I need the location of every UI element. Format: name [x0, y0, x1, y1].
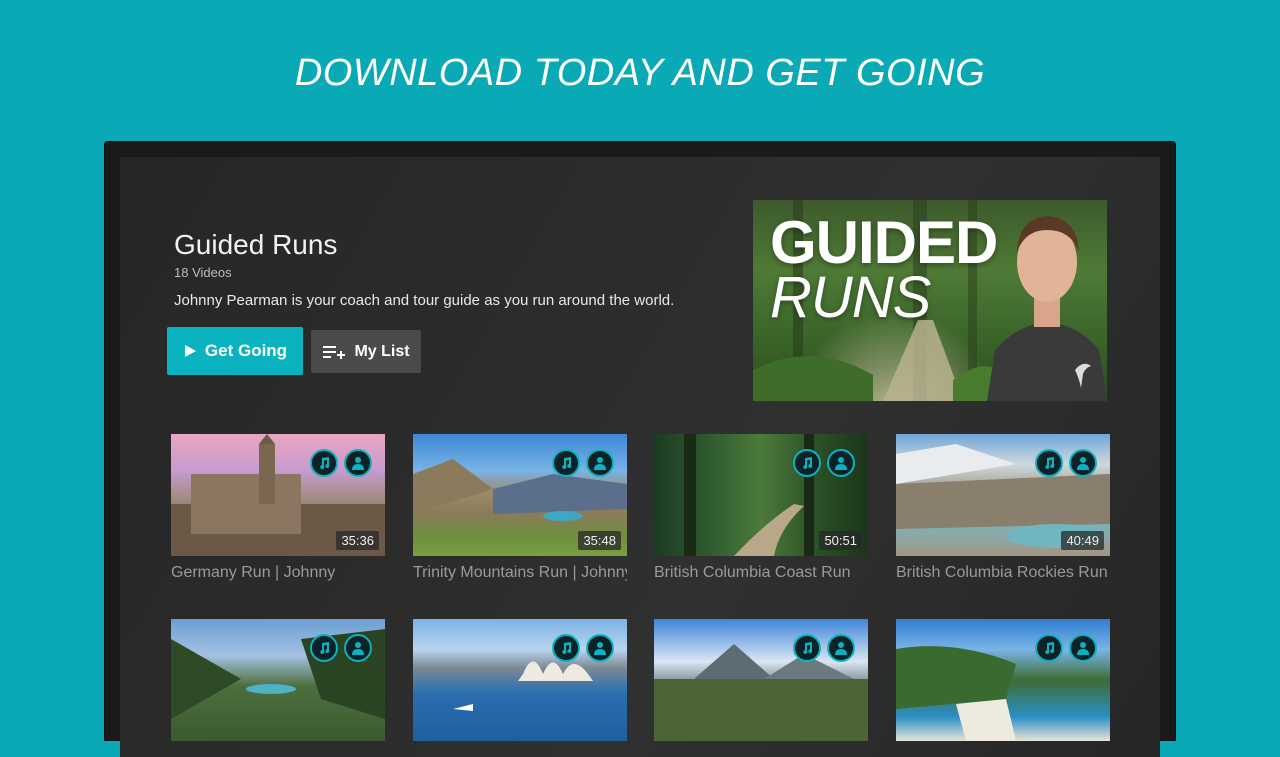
- video-thumbnail[interactable]: 35:36: [171, 434, 385, 556]
- coach-portrait: [987, 216, 1107, 401]
- video-title: British Columbia Coast Run: [654, 564, 851, 581]
- music-icon: [1035, 634, 1063, 662]
- video-duration: 50:51: [819, 531, 862, 550]
- music-icon: [793, 449, 821, 477]
- video-card[interactable]: [413, 619, 627, 741]
- video-badges: [1035, 449, 1097, 477]
- my-list-button[interactable]: My List: [311, 330, 421, 373]
- video-title: British Columbia Rockies Run: [896, 564, 1108, 581]
- video-thumbnail[interactable]: 35:48: [413, 434, 627, 556]
- video-thumbnail[interactable]: [654, 619, 868, 741]
- music-icon: [310, 634, 338, 662]
- video-badges: [793, 449, 855, 477]
- video-card[interactable]: [171, 619, 385, 741]
- coach-icon: [344, 634, 372, 662]
- video-badges: [310, 634, 372, 662]
- video-title: Germany Run | Johnny: [171, 564, 336, 581]
- video-card[interactable]: [896, 619, 1110, 741]
- video-card[interactable]: 50:51 British Columbia Coast Run: [654, 434, 868, 582]
- coach-icon: [1069, 634, 1097, 662]
- my-list-label: My List: [354, 342, 410, 360]
- video-duration: 35:48: [578, 531, 621, 550]
- music-icon: [552, 634, 580, 662]
- video-badges: [552, 449, 614, 477]
- video-badges: [793, 634, 855, 662]
- coach-icon: [827, 634, 855, 662]
- get-going-button[interactable]: Get Going: [167, 327, 303, 375]
- music-icon: [552, 449, 580, 477]
- get-going-label: Get Going: [204, 341, 288, 360]
- video-card[interactable]: 40:49 British Columbia Rockies Run: [896, 434, 1110, 582]
- video-title: Trinity Mountains Run | Johnny: [413, 564, 627, 581]
- video-card[interactable]: [654, 619, 868, 741]
- coach-icon: [1069, 449, 1097, 477]
- add-to-list-icon: [322, 344, 346, 360]
- hero-title-runs: RUNS: [770, 265, 931, 330]
- music-icon: [310, 449, 338, 477]
- video-badges: [310, 449, 372, 477]
- coach-icon: [344, 449, 372, 477]
- video-thumbnail[interactable]: [896, 619, 1110, 741]
- video-thumbnail[interactable]: 40:49: [896, 434, 1110, 556]
- show-description: Johnny Pearman is your coach and tour gu…: [174, 292, 675, 309]
- tv-screen: Guided Runs 18 Videos Johnny Pearman is …: [120, 157, 1160, 757]
- coach-icon: [586, 634, 614, 662]
- play-icon: [183, 344, 197, 358]
- music-icon: [1035, 449, 1063, 477]
- video-duration: 35:36: [336, 531, 379, 550]
- video-count: 18 Videos: [174, 265, 232, 280]
- promo-headline: DOWNLOAD TODAY AND GET GOING: [294, 52, 986, 94]
- coach-icon: [827, 449, 855, 477]
- video-card[interactable]: 35:48 Trinity Mountains Run | Johnny: [413, 434, 627, 582]
- tv-frame: Guided Runs 18 Videos Johnny Pearman is …: [104, 141, 1176, 757]
- video-thumbnail[interactable]: 50:51: [654, 434, 868, 556]
- video-card[interactable]: 35:36 Germany Run | Johnny: [171, 434, 385, 582]
- video-duration: 40:49: [1061, 531, 1104, 550]
- video-badges: [552, 634, 614, 662]
- music-icon: [793, 634, 821, 662]
- video-thumbnail[interactable]: [171, 619, 385, 741]
- coach-icon: [586, 449, 614, 477]
- hero-artwork: GUIDED RUNS: [753, 200, 1107, 401]
- show-title: Guided Runs: [174, 229, 338, 260]
- video-badges: [1035, 634, 1097, 662]
- video-thumbnail[interactable]: [413, 619, 627, 741]
